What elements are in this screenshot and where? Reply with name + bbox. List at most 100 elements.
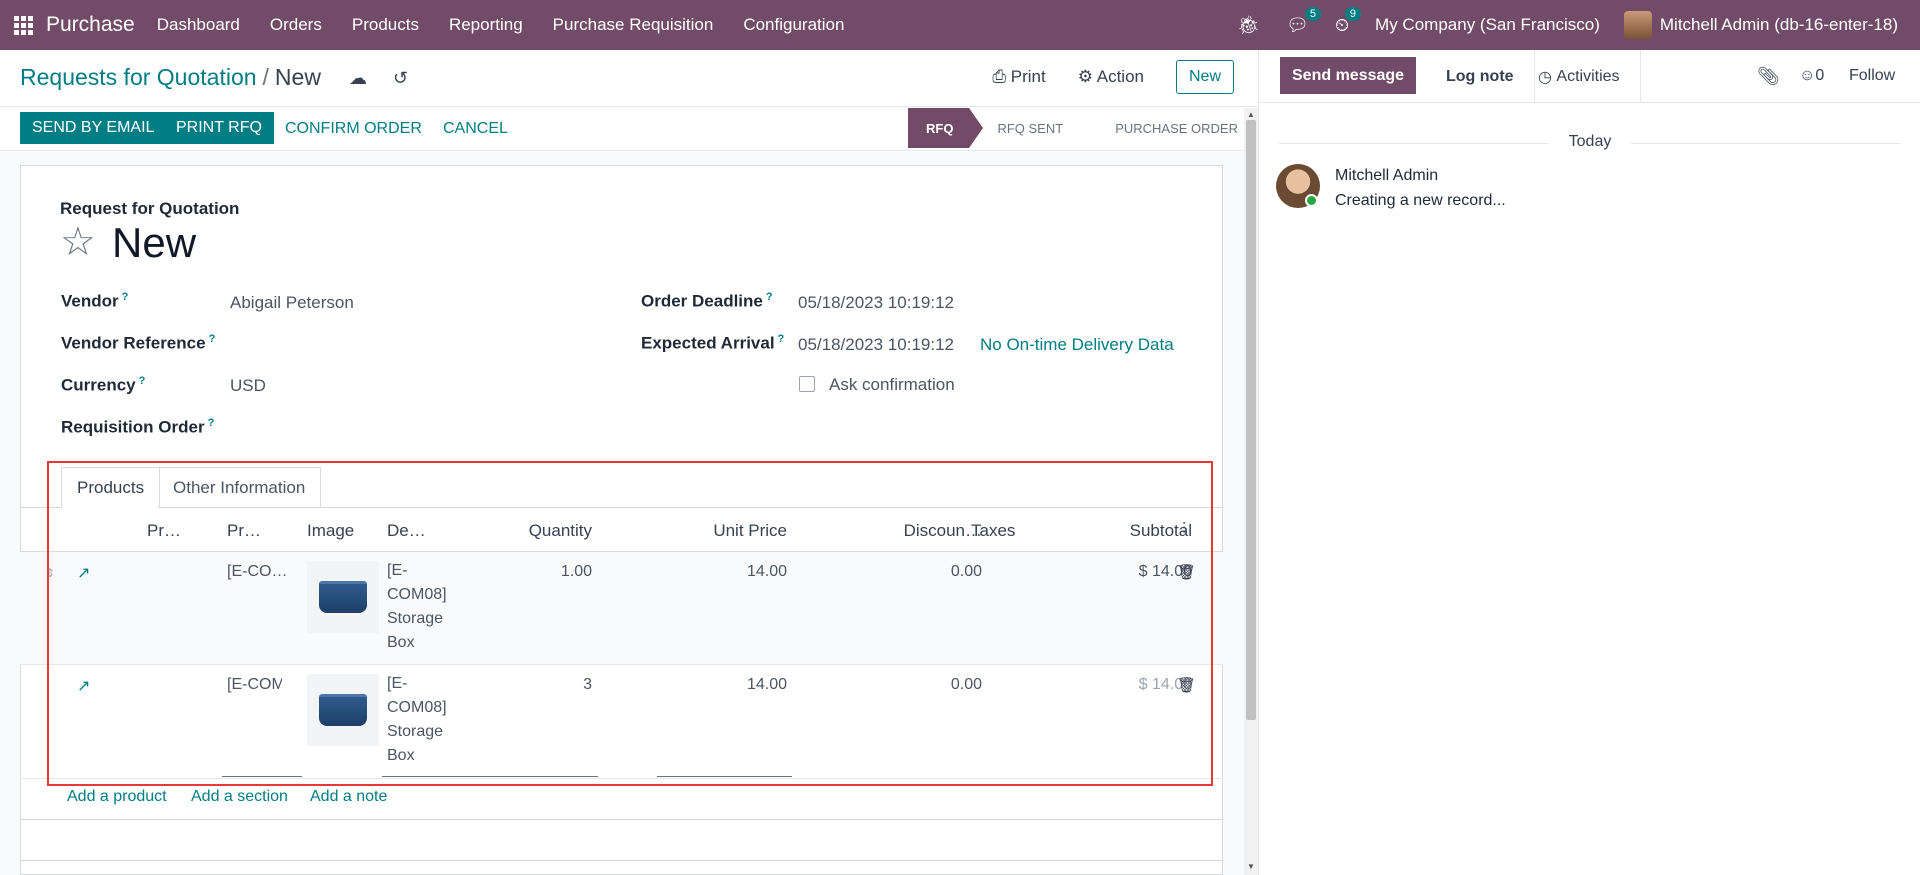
send-by-email-button[interactable]: SEND BY EMAIL <box>20 112 167 144</box>
send-message-button[interactable]: Send message <box>1280 57 1417 94</box>
follow-button[interactable]: Follow <box>1849 67 1895 85</box>
delete-row-icon[interactable]: 🗑︎ <box>1177 676 1196 694</box>
menu-purchase-requisition[interactable]: Purchase Requisition <box>553 15 714 35</box>
app-menu-icon[interactable] <box>0 0 46 50</box>
column-header[interactable]: Pr… <box>227 521 261 541</box>
menu-dashboard[interactable]: Dashboard <box>157 15 240 35</box>
action-button[interactable]: ⚙ Action <box>1078 67 1144 87</box>
order-deadline-field[interactable]: 05/18/2023 10:19:12 <box>798 293 954 313</box>
user-menu[interactable]: Mitchell Admin (db-16-enter-18) <box>1660 15 1898 35</box>
add-note-link[interactable]: Add a note <box>310 788 387 806</box>
record-name: New <box>112 219 197 266</box>
debug-bug-icon[interactable]: 🐞︎ <box>1237 15 1260 36</box>
column-header[interactable]: Taxes <box>971 521 1015 541</box>
print-rfq-button[interactable]: PRINT RFQ <box>164 112 274 144</box>
messages-icon[interactable]: 💬︎ 5 <box>1286 6 1321 36</box>
column-header[interactable]: Unit Price <box>670 521 787 541</box>
input-underline <box>382 776 598 777</box>
app-brand[interactable]: Purchase <box>46 13 135 37</box>
description-cell[interactable]: [E- COM08] Storage Box <box>387 559 447 655</box>
expected-arrival-field[interactable]: 05/18/2023 10:19:12 <box>798 335 954 355</box>
input-underline <box>657 776 792 777</box>
menu-products[interactable]: Products <box>352 15 419 35</box>
add-section-link[interactable]: Add a section <box>191 788 288 806</box>
on-time-delivery-info: No On-time Delivery Data <box>980 335 1174 354</box>
delete-row-icon[interactable]: 🗑︎ <box>1177 563 1196 581</box>
stage-rfq-sent[interactable]: RFQ SENT <box>969 108 1079 148</box>
vendor-field[interactable]: Abigail Peterson <box>230 293 354 313</box>
user-avatar[interactable] <box>1623 11 1652 39</box>
date-separator: Today <box>1259 133 1920 151</box>
add-product-link[interactable]: Add a product <box>67 788 167 806</box>
ask-confirmation-label: Ask confirmation <box>829 375 955 394</box>
column-header[interactable]: Quantity <box>500 521 592 541</box>
cancel-button[interactable]: CANCEL <box>443 120 508 138</box>
paperclip-icon[interactable]: 📎︎ <box>1757 66 1780 87</box>
external-link-icon[interactable]: ↗ <box>77 563 90 583</box>
vendor-reference-field[interactable] <box>230 333 560 355</box>
discard-undo-icon[interactable]: ↺ <box>393 68 408 89</box>
divider <box>20 819 1223 820</box>
chatter-topbar: Send message Log note ◷ Activities 📎︎ ☺0… <box>1259 50 1920 103</box>
description-input[interactable]: [E- COM08] Storage Box <box>387 672 447 768</box>
column-header[interactable]: De… <box>387 521 426 541</box>
stage-purchase-order[interactable]: PURCHASE ORDER <box>1079 108 1254 148</box>
column-header[interactable]: Pr… <box>147 521 181 541</box>
priority-star-icon[interactable]: ☆ <box>60 222 96 262</box>
statusbar: SEND BY EMAIL PRINT RFQ CONFIRM ORDER CA… <box>0 108 1258 151</box>
followers-button[interactable]: ☺0 <box>1799 67 1824 85</box>
order-deadline-label: Order Deadline? <box>641 291 773 311</box>
column-header[interactable]: Discoun… <box>885 521 982 541</box>
currency-field[interactable]: USD <box>230 376 266 396</box>
unit-price-input[interactable]: 14.00 <box>670 676 787 694</box>
input-underline <box>222 776 302 777</box>
breadcrumb-parent-link[interactable]: Requests for Quotation <box>20 64 257 90</box>
column-header[interactable]: Image <box>307 521 354 541</box>
gear-icon: ⚙ <box>1077 67 1097 86</box>
requisition-order-field[interactable] <box>230 417 560 439</box>
drag-handle-icon[interactable]: ⇕ <box>45 566 55 580</box>
scrollbar-thumb[interactable] <box>1246 120 1256 720</box>
activities-badge: 9 <box>1344 6 1362 21</box>
product-cell[interactable]: [E-CO… <box>227 563 287 581</box>
activities-button[interactable]: ◷ Activities <box>1518 50 1641 103</box>
date-divider-line <box>1631 143 1901 144</box>
quantity-cell[interactable]: 1.00 <box>500 563 592 581</box>
ask-confirmation-checkbox[interactable] <box>799 376 815 392</box>
column-header[interactable]: Subtotal <box>1080 521 1192 541</box>
tab-other-information[interactable]: Other Information <box>158 467 322 508</box>
breadcrumb-current: New <box>274 64 321 90</box>
print-button[interactable]: ⎙ Print <box>992 67 1045 87</box>
scroll-down-arrow-icon[interactable]: ▼ <box>1247 862 1255 871</box>
product-image <box>307 674 379 746</box>
table-row[interactable]: ⇕ ↗ [E-CO… [E- COM08] Storage Box 1.00 1… <box>20 552 1223 665</box>
new-button[interactable]: New <box>1175 60 1234 94</box>
tab-products[interactable]: Products <box>61 467 161 508</box>
message-body: Creating a new record... <box>1335 192 1506 209</box>
quantity-input[interactable]: 3 <box>500 676 592 694</box>
discount-cell[interactable]: 0.00 <box>885 563 982 581</box>
currency-label: Currency? <box>61 375 146 395</box>
message-author[interactable]: Mitchell Admin <box>1335 167 1438 185</box>
menu-reporting[interactable]: Reporting <box>449 15 523 35</box>
product-input[interactable]: [E-COM <box>227 676 282 694</box>
menu-configuration[interactable]: Configuration <box>743 15 844 35</box>
external-link-icon[interactable]: ↗ <box>77 676 90 696</box>
optional-columns-icon[interactable]: ⫶ <box>1182 521 1186 539</box>
form-scrollbar[interactable]: ▲ ▼ <box>1244 108 1258 875</box>
activities-clock-icon[interactable]: ⏲︎ 9 <box>1335 6 1362 36</box>
unit-price-cell[interactable]: 14.00 <box>670 563 787 581</box>
company-switcher[interactable]: My Company (San Francisco) <box>1375 15 1600 35</box>
confirm-order-button[interactable]: CONFIRM ORDER <box>285 120 422 138</box>
online-status-dot <box>1305 194 1318 207</box>
divider <box>20 860 1223 861</box>
table-row[interactable]: ↗ [E-COM [E- COM08] Storage Box 3 14.00 … <box>20 665 1223 779</box>
vendor-reference-label: Vendor Reference? <box>61 333 216 353</box>
breadcrumb: Requests for Quotation / New <box>20 64 321 91</box>
printer-icon: ⎙ <box>992 67 1011 86</box>
save-cloud-icon[interactable]: ☁ <box>349 68 367 89</box>
menu-orders[interactable]: Orders <box>270 15 322 35</box>
stage-rfq[interactable]: RFQ <box>908 108 985 148</box>
scroll-up-arrow-icon[interactable]: ▲ <box>1247 110 1255 119</box>
discount-input[interactable]: 0.00 <box>885 676 982 694</box>
